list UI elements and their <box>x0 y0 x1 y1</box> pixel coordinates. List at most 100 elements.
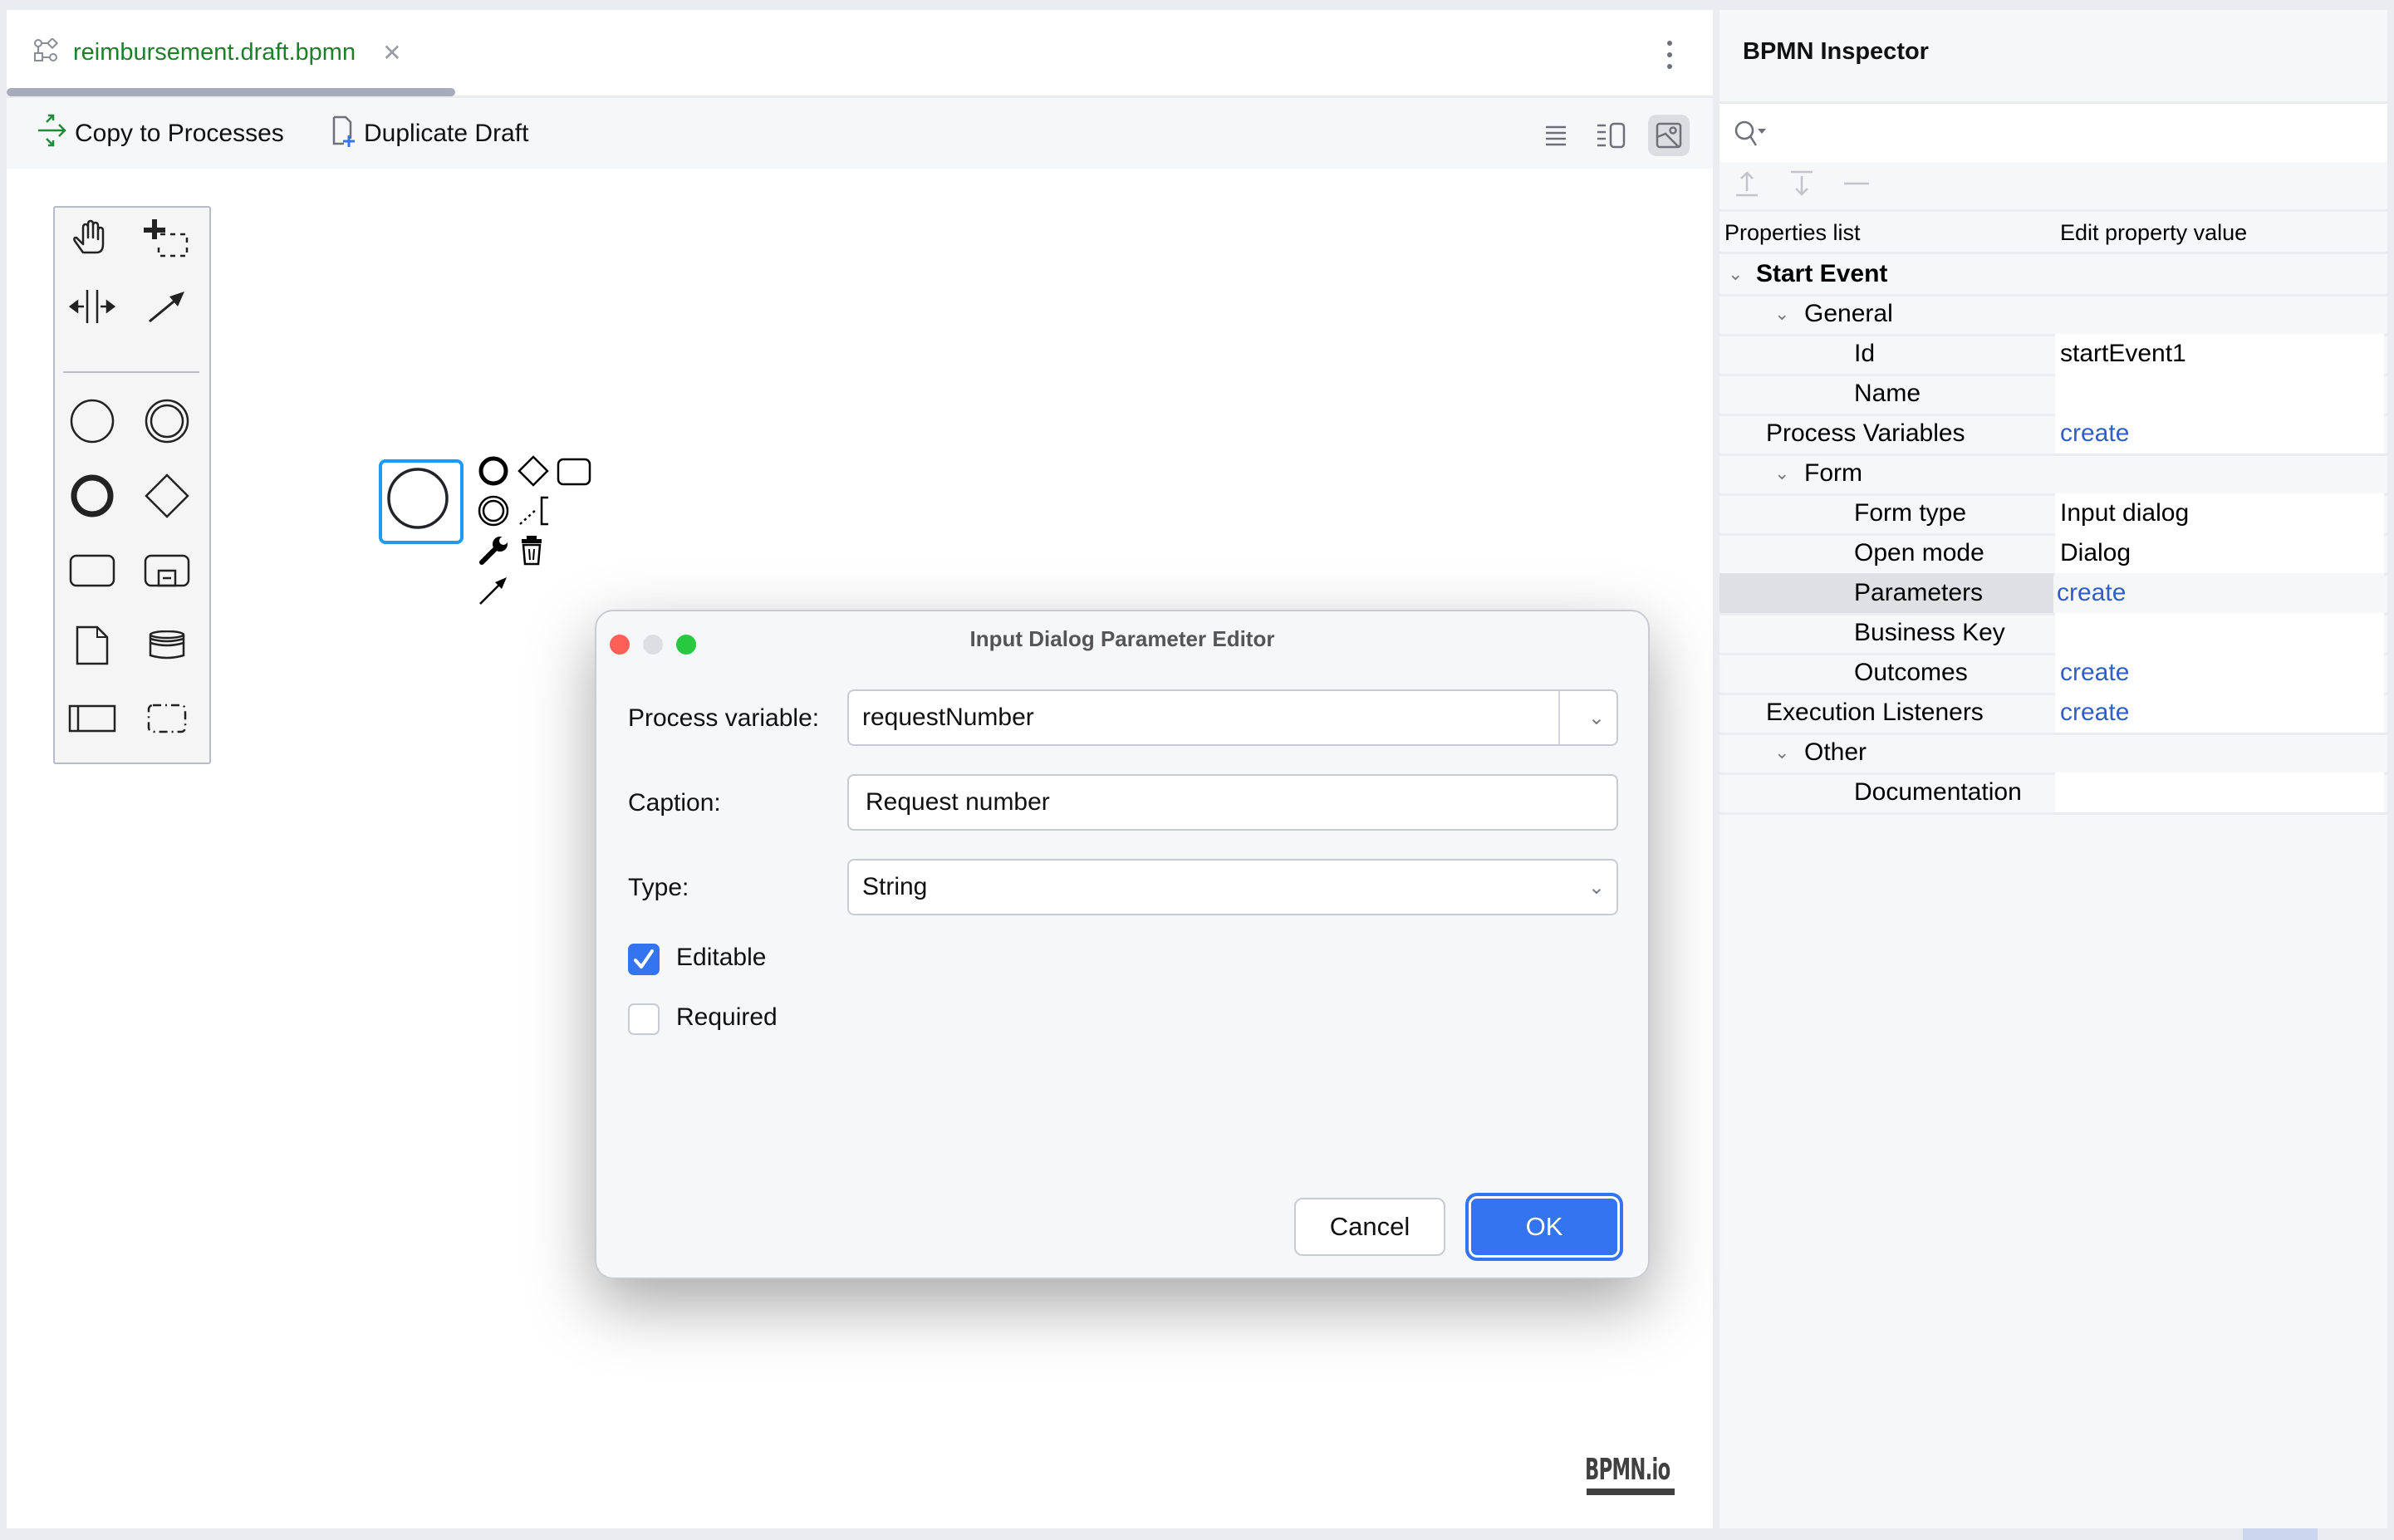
property-group-row[interactable]: ⌄ Other <box>1719 733 2387 775</box>
start-event-icon[interactable] <box>63 392 121 450</box>
gateway-icon[interactable] <box>517 454 550 488</box>
caption-input[interactable]: Request number <box>847 774 1618 831</box>
bpmn-io-underline <box>1587 1489 1675 1495</box>
caption-label: Caption: <box>628 789 721 817</box>
property-row[interactable]: Parameters create <box>1719 573 2387 616</box>
type-value: String <box>862 873 928 900</box>
duplicate-file-icon <box>331 114 357 154</box>
data-object-icon[interactable] <box>63 616 121 674</box>
copy-to-processes-button[interactable]: Copy to Processes <box>37 98 284 169</box>
cancel-button[interactable]: Cancel <box>1294 1198 1445 1256</box>
bpmn-diagram-icon <box>33 37 59 67</box>
property-value[interactable]: Input dialog <box>2055 493 2384 533</box>
tab-label: reimbursement.draft.bpmn <box>73 39 356 66</box>
combobox-divider <box>1558 691 1560 744</box>
subprocess-icon[interactable] <box>138 542 196 600</box>
property-key: Process Variables <box>1766 419 1965 447</box>
property-row[interactable]: Open mode Dialog <box>1719 533 2387 576</box>
property-key: Id <box>1854 340 1876 367</box>
properties-table-header: Properties list Edit property value <box>1719 209 2387 254</box>
designer-view-icon[interactable] <box>1648 115 1690 156</box>
bpmn-io-watermark[interactable]: BPMN.io <box>1585 1453 1670 1487</box>
required-checkbox[interactable] <box>628 1003 660 1035</box>
chevron-down-icon[interactable]: ⌄ <box>1774 733 1789 772</box>
connect-arrow-icon[interactable] <box>477 574 510 607</box>
checkmark-icon <box>634 949 654 969</box>
property-value[interactable] <box>2055 613 2384 653</box>
caption-value: Request number <box>866 788 1050 816</box>
space-tool-icon[interactable] <box>63 277 121 336</box>
property-row[interactable]: Name <box>1719 374 2387 416</box>
chevron-down-icon[interactable]: ⌄ <box>1588 691 1605 744</box>
text-annotation-icon[interactable] <box>517 494 550 527</box>
lasso-tool-icon[interactable] <box>138 209 196 267</box>
create-link[interactable]: create <box>2055 693 2384 733</box>
collapse-all-icon[interactable] <box>1788 169 1816 202</box>
duplicate-draft-button[interactable]: Duplicate Draft <box>331 98 528 169</box>
minus-icon[interactable] <box>1842 169 1871 202</box>
property-key: General <box>1804 300 1893 327</box>
end-event-icon[interactable] <box>477 454 510 488</box>
task-icon[interactable] <box>557 458 591 486</box>
horizontal-scrollbar[interactable] <box>2243 1528 2318 1540</box>
property-key: Form <box>1804 459 1862 487</box>
task-icon[interactable] <box>63 542 121 600</box>
editable-checkbox[interactable] <box>628 944 660 975</box>
create-link[interactable]: create <box>2055 414 2384 454</box>
property-key: Documentation <box>1854 778 2022 806</box>
property-search-input[interactable] <box>1719 101 2387 162</box>
property-key: Start Event <box>1756 260 1888 287</box>
property-group-row[interactable]: ⌄ Start Event <box>1719 254 2387 297</box>
close-icon[interactable]: ✕ <box>382 39 401 66</box>
search-icon <box>1733 119 1769 153</box>
editable-label: Editable <box>676 944 767 971</box>
wrench-icon[interactable] <box>477 534 510 567</box>
expand-all-icon[interactable] <box>1733 169 1761 202</box>
pool-icon[interactable] <box>63 689 121 748</box>
process-variable-label: Process variable: <box>628 704 820 732</box>
property-row[interactable]: Documentation <box>1719 772 2387 815</box>
group-icon[interactable] <box>138 689 196 748</box>
data-store-icon[interactable] <box>138 616 196 674</box>
property-group-row[interactable]: ⌄ Form <box>1719 454 2387 496</box>
hand-tool-icon[interactable] <box>63 209 121 267</box>
intermediate-event-icon[interactable] <box>138 392 196 450</box>
property-row[interactable]: Form type Input dialog <box>1719 493 2387 536</box>
property-row[interactable]: Id startEvent1 <box>1719 334 2387 376</box>
trash-icon[interactable] <box>517 534 550 567</box>
property-group-row[interactable]: ⌄ General <box>1719 294 2387 336</box>
chevron-down-icon[interactable]: ⌄ <box>1728 254 1743 294</box>
property-row[interactable]: Execution Listeners create <box>1719 693 2387 735</box>
chevron-down-icon[interactable]: ⌄ <box>1774 294 1789 334</box>
type-select[interactable]: String ⌄ <box>847 859 1618 915</box>
property-row[interactable]: Process Variables create <box>1719 414 2387 456</box>
dialog-title: Input Dialog Parameter Editor <box>969 626 1275 651</box>
gateway-icon[interactable] <box>138 467 196 525</box>
global-connect-icon[interactable] <box>138 277 196 336</box>
inspector-actions <box>1719 159 2387 209</box>
kebab-menu-icon[interactable] <box>1663 38 1676 71</box>
property-key: Business Key <box>1854 619 2005 646</box>
end-event-icon[interactable] <box>63 467 121 525</box>
text-view-icon[interactable] <box>1535 115 1577 156</box>
split-view-icon[interactable] <box>1592 115 1633 156</box>
property-row[interactable]: Outcomes create <box>1719 653 2387 695</box>
start-event-shape[interactable] <box>385 466 457 537</box>
create-link[interactable]: create <box>2055 573 2384 613</box>
property-row[interactable]: Business Key <box>1719 613 2387 655</box>
copy-to-processes-icon <box>37 114 68 154</box>
create-link[interactable]: create <box>2055 653 2384 693</box>
property-value[interactable]: Dialog <box>2055 533 2384 573</box>
tab-reimbursement-draft[interactable]: reimbursement.draft.bpmn ✕ <box>33 10 402 96</box>
property-value[interactable] <box>2055 374 2384 414</box>
chevron-down-icon[interactable]: ⌄ <box>1774 454 1789 493</box>
ok-button[interactable]: OK <box>1465 1193 1623 1261</box>
property-key: Open mode <box>1854 539 1984 566</box>
editor-tab-bar: reimbursement.draft.bpmn ✕ <box>7 10 1713 98</box>
process-variable-combobox[interactable]: requestNumber ⌄ <box>847 689 1618 746</box>
property-value[interactable] <box>2055 772 2384 812</box>
column-header-properties: Properties list <box>1724 220 1861 245</box>
active-tab-indicator <box>7 88 455 96</box>
property-value[interactable]: startEvent1 <box>2055 334 2384 374</box>
intermediate-event-icon[interactable] <box>477 494 510 527</box>
